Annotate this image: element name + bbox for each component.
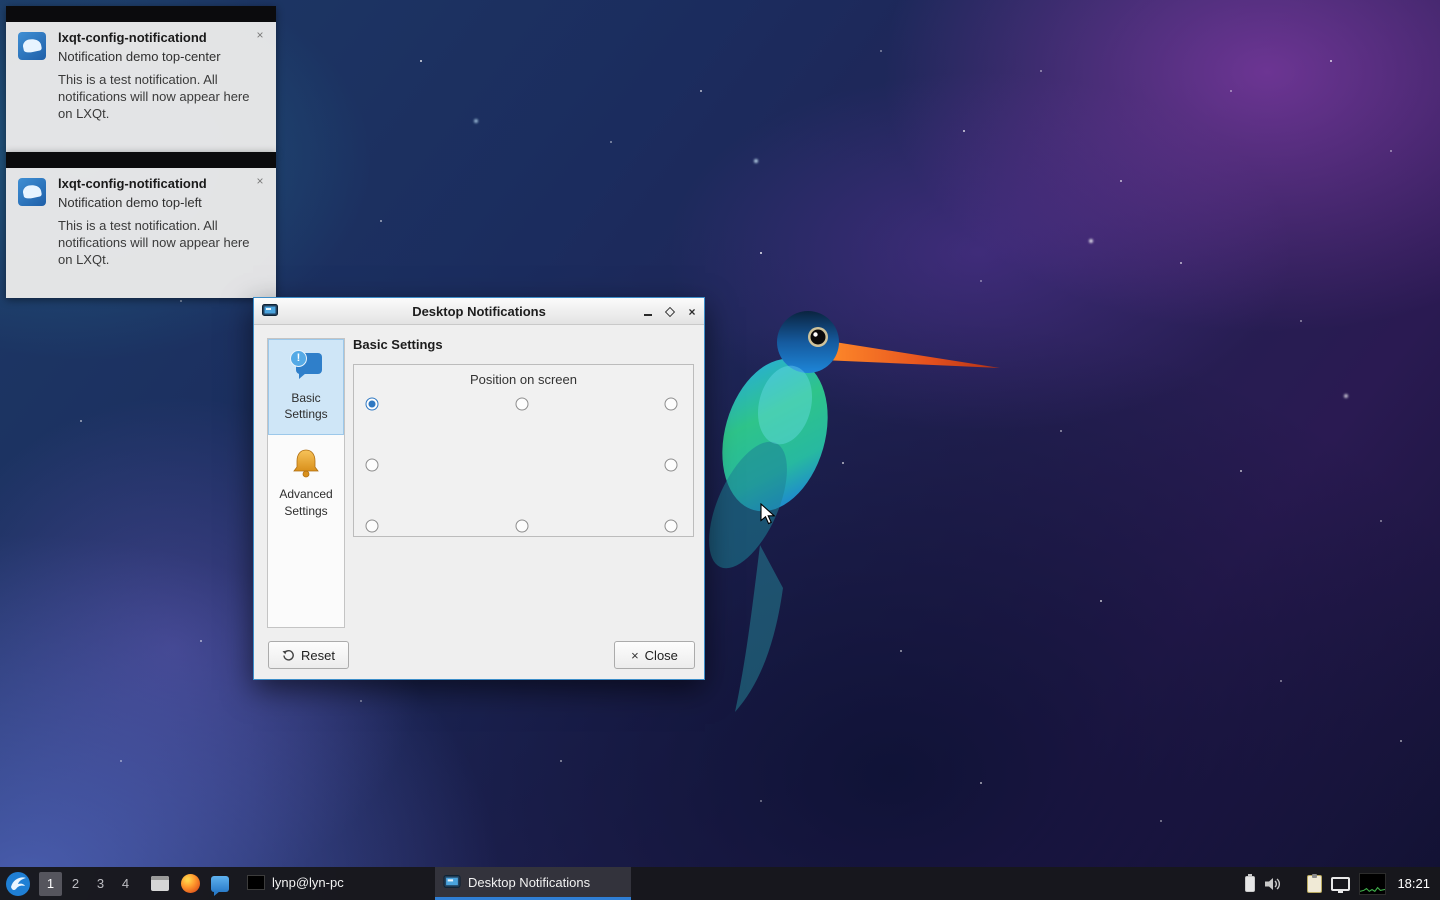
volume-icon[interactable] (1264, 876, 1282, 892)
notification-summary: Notification demo top-left (58, 195, 258, 212)
groupbox-title: Position on screen (354, 372, 693, 387)
system-tray: 18:21 (1245, 873, 1436, 895)
battery-icon[interactable] (1245, 876, 1255, 892)
notification-close-icon[interactable]: × (252, 174, 268, 190)
notification-body: lxqt-config-notificationd Notification d… (6, 22, 276, 129)
clock[interactable]: 18:21 (1397, 876, 1430, 891)
radio-position-bottom-left[interactable] (366, 520, 379, 533)
launcher-window-icon[interactable] (148, 872, 172, 896)
radio-position-top-left[interactable] (366, 398, 379, 411)
workspace-button-4[interactable]: 4 (114, 872, 137, 896)
minimize-icon[interactable] (640, 304, 656, 320)
taskbar: 1 2 3 4 lynp@lyn-pc Desktop Notification… (0, 867, 1440, 900)
notification-popup[interactable]: lxqt-config-notificationd Notification d… (6, 6, 276, 152)
notification-top-bar (6, 152, 276, 168)
sidebar-item-basic-settings[interactable]: ! Basic Settings (268, 339, 344, 435)
notification-message: This is a test notification. All notific… (58, 72, 258, 123)
workspace-button-1[interactable]: 1 (39, 872, 62, 896)
display-icon[interactable] (1331, 877, 1350, 891)
close-button[interactable]: × Close (614, 641, 695, 669)
lxqt-app-icon (18, 32, 46, 60)
notification-message: This is a test notification. All notific… (58, 218, 258, 269)
radio-position-middle-right[interactable] (665, 459, 678, 472)
notification-app-name: lxqt-config-notificationd (58, 30, 258, 45)
notification-text: lxqt-config-notificationd Notification d… (58, 176, 258, 269)
close-x-icon: × (631, 648, 639, 663)
sidebar-item-label: Basic Settings (272, 390, 340, 422)
radio-position-middle-left[interactable] (366, 459, 379, 472)
sidebar-item-label: Advanced Settings (272, 486, 340, 518)
position-on-screen-group: Position on screen (353, 364, 694, 537)
basic-settings-bubble-icon: ! (288, 350, 324, 384)
workspace-button-2[interactable]: 2 (64, 872, 87, 896)
window-controls: × (640, 298, 700, 325)
terminal-icon (247, 875, 265, 890)
taskbar-task-desktop-notifications[interactable]: Desktop Notifications (435, 867, 631, 900)
chat-icon[interactable] (208, 872, 232, 896)
taskbar-task-terminal[interactable]: lynp@lyn-pc (239, 867, 435, 900)
radio-position-top-center[interactable] (516, 398, 529, 411)
notification-popup[interactable]: lxqt-config-notificationd Notification d… (6, 152, 276, 298)
notification-close-icon[interactable]: × (252, 28, 268, 44)
reset-icon (282, 649, 295, 662)
close-button-label: Close (645, 648, 678, 663)
maximize-icon[interactable] (662, 304, 678, 320)
workspace-button-3[interactable]: 3 (89, 872, 112, 896)
desktop-notifications-icon (443, 875, 461, 890)
mouse-cursor (760, 503, 776, 525)
notification-top-bar (6, 6, 276, 22)
reset-button[interactable]: Reset (268, 641, 349, 669)
close-icon[interactable]: × (684, 304, 700, 320)
lxqt-app-icon (18, 178, 46, 206)
window-titlebar[interactable]: Desktop Notifications × (254, 298, 704, 325)
firefox-icon[interactable] (178, 872, 202, 896)
desktop: lxqt-config-notificationd Notification d… (0, 0, 1440, 900)
notification-app-name: lxqt-config-notificationd (58, 176, 258, 191)
radio-position-top-right[interactable] (665, 398, 678, 411)
notification-text: lxqt-config-notificationd Notification d… (58, 30, 258, 123)
radio-position-bottom-right[interactable] (665, 520, 678, 533)
reset-button-label: Reset (301, 648, 335, 663)
radio-position-bottom-center[interactable] (516, 520, 529, 533)
system-monitor-graph[interactable] (1359, 873, 1386, 895)
window-title: Desktop Notifications (254, 304, 704, 319)
sidebar-item-advanced-settings[interactable]: Advanced Settings (268, 435, 344, 531)
hummingbird-wallpaper-image (690, 290, 1020, 720)
notification-summary: Notification demo top-center (58, 49, 258, 66)
stars-decoration (0, 0, 2, 2)
advanced-settings-bell-icon (288, 446, 324, 480)
notification-body: lxqt-config-notificationd Notification d… (6, 168, 276, 275)
desktop-notifications-window: Desktop Notifications × ! Basic Settings (253, 297, 705, 680)
page-heading: Basic Settings (353, 337, 443, 352)
lxqt-logo-icon (5, 871, 31, 897)
settings-sidebar: ! Basic Settings Advanced Settings (267, 338, 345, 628)
clipboard-icon[interactable] (1307, 875, 1322, 893)
lxqt-menu-button[interactable] (4, 870, 32, 898)
